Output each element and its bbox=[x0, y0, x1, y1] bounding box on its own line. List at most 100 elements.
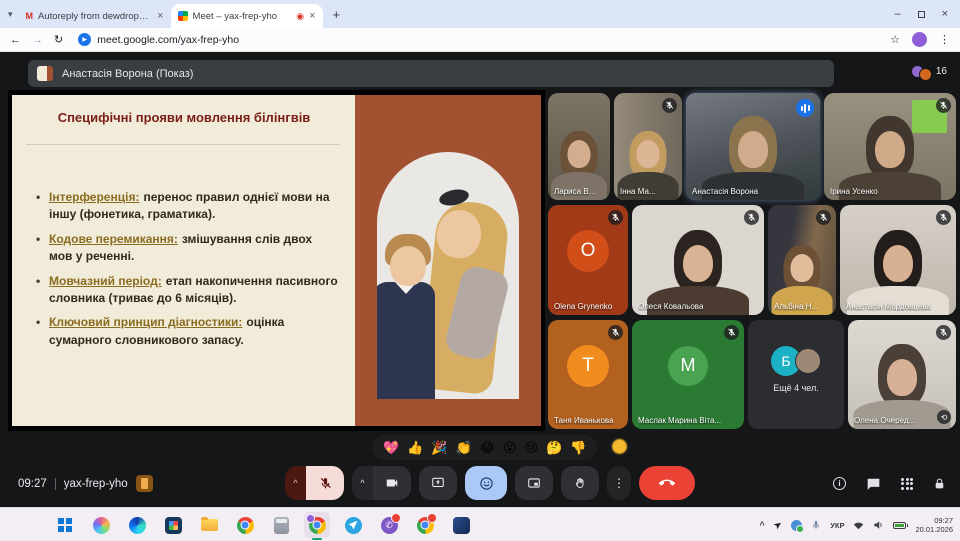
slide-title: Специфічні прояви мовлення білінгвів bbox=[57, 110, 311, 125]
meeting-room-icon[interactable] bbox=[135, 475, 153, 492]
participant-tile[interactable]: Анастасія Мордовцева bbox=[840, 205, 956, 315]
chat-button[interactable] bbox=[866, 477, 881, 491]
window-maximize-button[interactable] bbox=[917, 10, 925, 18]
participant-count: 16 bbox=[935, 66, 947, 77]
host-controls-button[interactable] bbox=[933, 477, 946, 491]
copilot-taskbar-icon[interactable] bbox=[88, 512, 114, 538]
participant-name: Анастасія Ворона bbox=[692, 187, 759, 196]
activities-button[interactable] bbox=[901, 477, 913, 490]
new-tab-button[interactable]: + bbox=[333, 7, 341, 22]
avatar: Б bbox=[771, 346, 821, 377]
layout-button[interactable] bbox=[515, 466, 553, 500]
layout-icon bbox=[528, 478, 540, 488]
participant-tile[interactable]: Альбіна Н... bbox=[768, 205, 836, 315]
avatar: М bbox=[668, 345, 708, 386]
mic-options-button[interactable]: ^ bbox=[285, 466, 306, 500]
start-taskbar-icon[interactable] bbox=[52, 512, 78, 538]
reaction-laugh-button[interactable]: 😂 bbox=[480, 441, 495, 454]
browser-tab-meet[interactable]: Meet – yax-frep-yho ◉ × bbox=[170, 4, 323, 28]
camera-options-button[interactable]: ^ bbox=[352, 466, 373, 500]
network-status-icon[interactable] bbox=[791, 519, 805, 533]
reaction-surprised-button[interactable]: 😮 bbox=[503, 441, 517, 454]
mic-tray-icon[interactable] bbox=[811, 519, 821, 531]
present-button[interactable] bbox=[419, 466, 457, 500]
url-field[interactable]: ▶ meet.google.com/yax-frep-yho bbox=[78, 33, 239, 46]
participant-tile[interactable]: Ірина Усенко bbox=[824, 93, 956, 200]
participant-name: Ірина Усенко bbox=[830, 187, 878, 196]
reaction-party-button[interactable]: 🎉 bbox=[431, 441, 447, 454]
participant-tile[interactable]: Т Таня Иванькова bbox=[548, 320, 628, 429]
camera-button[interactable] bbox=[373, 466, 411, 500]
battery-icon[interactable] bbox=[893, 521, 909, 529]
file-explorer-taskbar-icon[interactable] bbox=[196, 512, 222, 538]
edge-taskbar-icon[interactable] bbox=[124, 512, 150, 538]
mic-off-icon bbox=[936, 98, 951, 113]
screen: ▾ M Autoreply from dewdrop@uk... × Meet … bbox=[0, 0, 960, 541]
mail-app-taskbar-icon[interactable] bbox=[448, 512, 474, 538]
store-taskbar-icon[interactable] bbox=[160, 512, 186, 538]
meeting-time: 09:27 bbox=[18, 477, 47, 490]
wifi-icon[interactable] bbox=[853, 521, 864, 530]
tray-chevron-icon[interactable]: ^ bbox=[760, 520, 765, 530]
reaction-thinking-button[interactable]: 🤔 bbox=[546, 441, 562, 454]
viber-taskbar-icon[interactable]: ✆ bbox=[376, 512, 402, 538]
taskbar-icons: ✆ bbox=[52, 508, 474, 541]
volume-icon[interactable] bbox=[873, 520, 884, 530]
browser-address-bar: ← → ↻ ▶ meet.google.com/yax-frep-yho ☆ ⋮ bbox=[0, 28, 960, 52]
forward-button[interactable]: → bbox=[32, 34, 43, 46]
language-indicator[interactable]: УКР bbox=[830, 521, 844, 530]
participant-tile[interactable]: O Olena Grynenko bbox=[548, 205, 628, 315]
camera-icon bbox=[386, 479, 398, 487]
reaction-thumbs-down-button[interactable]: 👎 bbox=[570, 441, 586, 454]
participant-tile[interactable]: Лариса В... bbox=[548, 93, 610, 200]
recording-indicator-icon: ◉ bbox=[296, 10, 305, 21]
telegram-tray-icon[interactable]: ➤ bbox=[771, 518, 784, 532]
participants-badge[interactable]: 16 bbox=[910, 62, 947, 81]
window-minimize-button[interactable]: – bbox=[894, 8, 900, 20]
reaction-thumbs-up-button[interactable]: 👍 bbox=[407, 441, 423, 454]
smiley-icon bbox=[479, 476, 493, 490]
bookmark-star-icon[interactable]: ☆ bbox=[890, 33, 900, 46]
participant-tile[interactable]: Інна Ма... bbox=[614, 93, 682, 200]
slide-bullet: Ключовий принцип діагностики:оцінка сума… bbox=[36, 314, 338, 349]
more-options-button[interactable]: ⋮ bbox=[607, 466, 631, 500]
window-close-button[interactable]: × bbox=[942, 8, 948, 20]
participant-name: Лариса В... bbox=[554, 187, 596, 196]
close-tab-icon[interactable]: × bbox=[157, 10, 163, 22]
presentation-thumbnail bbox=[37, 66, 53, 81]
raise-hand-button[interactable] bbox=[561, 466, 599, 500]
participant-tile[interactable]: Олеся Ковальова bbox=[632, 205, 764, 315]
browser-menu-icon[interactable]: ⋮ bbox=[939, 33, 950, 46]
reactions-button[interactable] bbox=[465, 466, 507, 500]
chrome-profile-taskbar-icon[interactable] bbox=[412, 512, 438, 538]
end-call-button[interactable] bbox=[639, 466, 695, 500]
participant-tile[interactable]: ⟲ Олена Очеред... bbox=[848, 320, 956, 429]
mic-off-icon bbox=[320, 477, 331, 488]
calculator-taskbar-icon[interactable] bbox=[268, 512, 294, 538]
tab-title: Autoreply from dewdrop@uk... bbox=[38, 10, 153, 22]
participant-tile[interactable]: М Маслак Марина Віта... bbox=[632, 320, 744, 429]
mic-button[interactable] bbox=[306, 466, 344, 500]
browser-tab-gmail[interactable]: M Autoreply from dewdrop@uk... × bbox=[19, 4, 171, 28]
profile-avatar[interactable] bbox=[912, 32, 927, 47]
presentation-stage: Специфічні прояви мовлення білінгвів Інт… bbox=[8, 90, 545, 431]
meet-app-taskbar-icon[interactable] bbox=[304, 512, 330, 538]
back-button[interactable]: ← bbox=[10, 34, 21, 46]
meet-app: Анастасія Ворона (Показ) 16 Специфічні п… bbox=[0, 52, 960, 507]
meeting-code: yax-frep-yho bbox=[63, 477, 128, 490]
reload-button[interactable]: ↻ bbox=[54, 33, 63, 46]
presenter-banner-label: Анастасія Ворона (Показ) bbox=[62, 67, 194, 80]
chrome-taskbar-icon[interactable] bbox=[232, 512, 258, 538]
reaction-cry-button[interactable]: 😢 bbox=[525, 441, 539, 454]
telegram-taskbar-icon[interactable] bbox=[340, 512, 366, 538]
close-tab-icon[interactable]: × bbox=[309, 10, 315, 22]
windows-taskbar: ✆ ^ ➤ УКР 09:27 20.01.2026 bbox=[0, 507, 960, 541]
flip-camera-icon[interactable]: ⟲ bbox=[937, 410, 951, 424]
participant-tile[interactable]: Анастасія Ворона bbox=[686, 93, 820, 200]
taskbar-clock[interactable]: 09:27 20.01.2026 bbox=[915, 516, 953, 535]
info-button[interactable]: i bbox=[833, 477, 846, 490]
participant-tile[interactable]: Б Ещё 4 чел. bbox=[748, 320, 844, 429]
reaction-heart-button[interactable]: 💖 bbox=[383, 441, 399, 454]
tab-search-chevron-icon[interactable]: ▾ bbox=[8, 9, 13, 20]
reaction-clap-button[interactable]: 👏 bbox=[456, 441, 472, 454]
